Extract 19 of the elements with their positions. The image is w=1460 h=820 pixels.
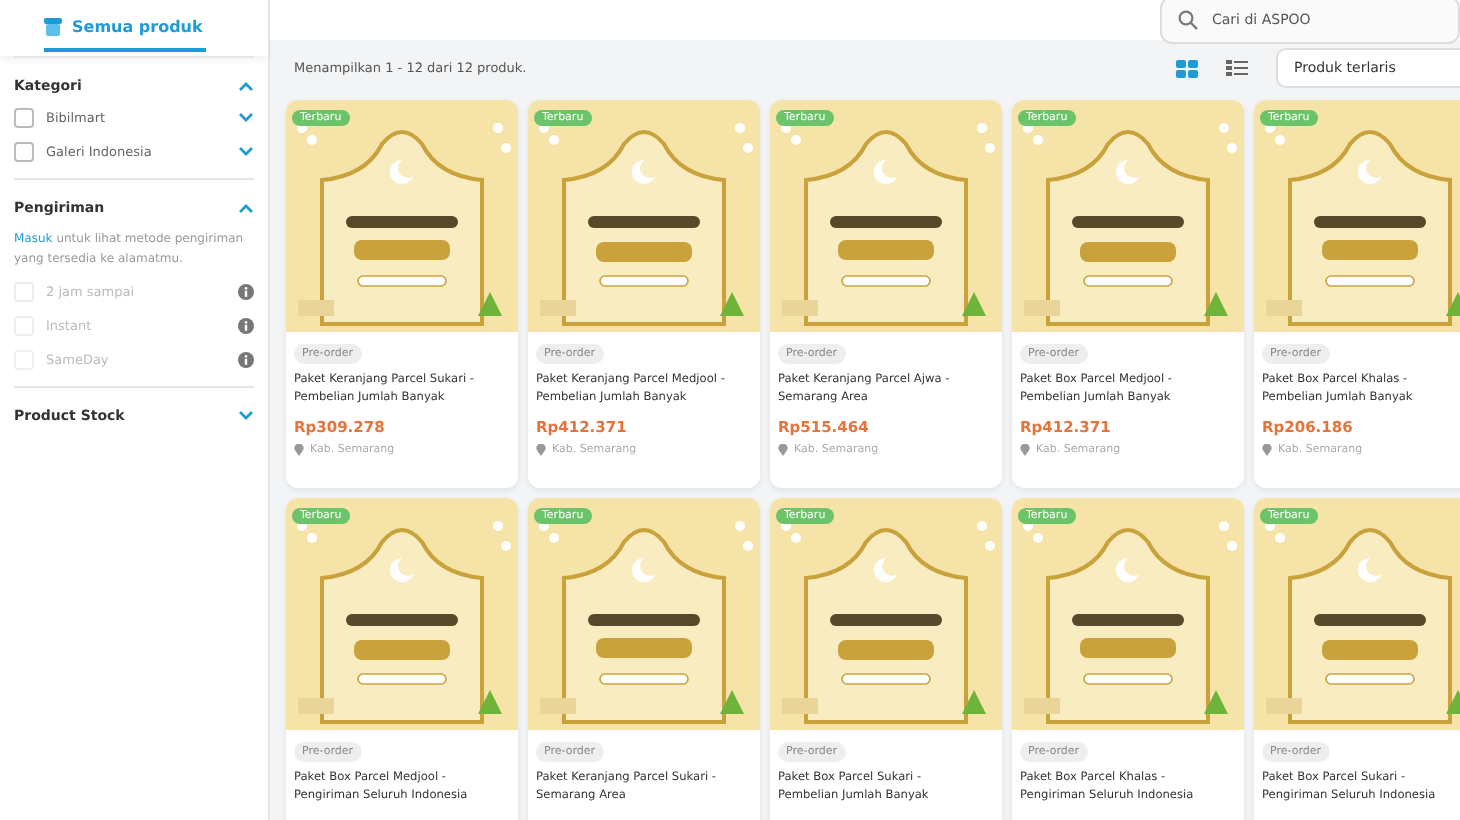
location-pin-icon xyxy=(1020,443,1030,456)
checkbox[interactable] xyxy=(14,142,34,162)
grid-view-button[interactable] xyxy=(1176,59,1198,77)
checkbox[interactable] xyxy=(14,108,34,128)
chevron-down-icon[interactable] xyxy=(238,146,254,158)
chevron-down-icon[interactable] xyxy=(238,112,254,124)
location-pin-icon xyxy=(294,443,304,456)
info-icon[interactable] xyxy=(238,284,254,301)
list-view-button[interactable] xyxy=(1226,59,1248,77)
chevron-up-icon[interactable] xyxy=(238,80,254,92)
info-icon[interactable] xyxy=(238,352,254,369)
search-icon xyxy=(1178,10,1198,30)
info-icon[interactable] xyxy=(238,318,254,335)
chevron-down-icon[interactable] xyxy=(238,410,254,423)
chevron-up-icon[interactable] xyxy=(238,202,254,214)
location-pin-icon xyxy=(1262,443,1272,456)
location-pin-icon xyxy=(536,443,546,456)
box-icon xyxy=(44,17,62,35)
location-pin-icon xyxy=(778,443,788,456)
